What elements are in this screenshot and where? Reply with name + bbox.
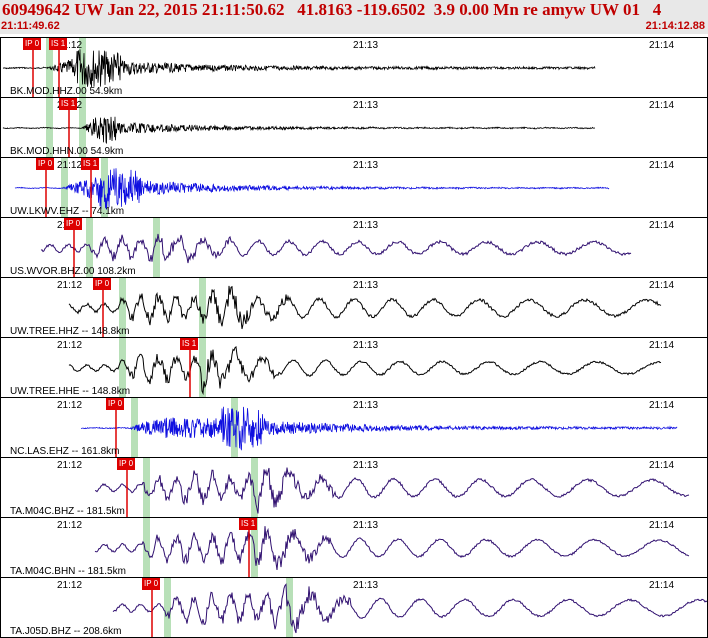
waveform-path (68, 345, 662, 396)
station-label: UW.LKWV.EHZ -- 74.1km (10, 206, 125, 217)
phase-pick-label[interactable]: IP 0 (36, 158, 55, 170)
time-tick-label: 21:13 (353, 580, 379, 591)
time-tick-label: 21:13 (353, 460, 379, 471)
time-tick-label: 21:12 (57, 520, 83, 531)
time-tick-label: 21:13 (353, 280, 379, 291)
time-tick-label: 21:13 (353, 340, 379, 351)
seismogram-panel[interactable]: 21:12 21:13 21:14 IP 0 UW.TREE.HHZ -- 148.8k… (0, 277, 708, 338)
time-tick-label: 21:14 (649, 400, 675, 411)
waveform-path (40, 233, 632, 264)
time-tick-label: 21:14 (649, 100, 675, 111)
waveform-path (112, 583, 707, 634)
station-label: BK.MOD.HHZ.00 54.9km (10, 86, 123, 97)
station-label: UW.TREE.HHZ -- 148.8km (10, 326, 130, 337)
phase-pick-label[interactable]: IS 1 (180, 338, 199, 350)
station-label: UW.TREE.HHE -- 148.8km (10, 386, 131, 397)
time-tick-label: 21:14 (649, 40, 675, 51)
seismogram-panel[interactable]: 21:1221:1321:14IS 1BK.MOD.HHN.00 54.9km (0, 97, 708, 158)
seismogram-panel[interactable]: 21:12 21:13 21:14 IP 0 NC.LAS.EHZ -- 161.8km (0, 397, 708, 458)
event-header: 60949642 UW Jan 22, 2015 21:11:50.62 41.… (0, 0, 708, 34)
time-tick-label: 21:14 (649, 520, 675, 531)
waveform-path (94, 467, 690, 514)
time-tick-label: 21:12 (57, 160, 83, 171)
station-label: TA.J05D.BHZ -- 208.6km (10, 626, 122, 637)
phase-pick-label[interactable]: IS 1 (81, 158, 100, 170)
phase-pick-label[interactable]: IS 1 (59, 98, 78, 110)
station-label: TA.M04C.BHZ -- 181.5km (10, 506, 125, 517)
seismogram-panel[interactable]: 21:1221:1321:14IP 0US.WVOR.BHZ.00 108.2k… (0, 217, 708, 278)
seismogram-panel[interactable]: 21:12 21:13 21:14 IS 1 TA.M04C.BHN -- 181.5k… (0, 517, 708, 578)
station-label: BK.MOD.HHN.00 54.9km (10, 146, 124, 157)
time-tick-label: 21:14 (649, 220, 675, 231)
phase-pick-label[interactable]: IP 0 (93, 278, 112, 290)
seismogram-panel[interactable]: 21:12 21:13 21:14 IP 0 IS 1 BK.MOD.HHZ.00 54.… (0, 37, 708, 98)
time-tick-label: 21:13 (353, 160, 379, 171)
time-tick-label: 21:13 (353, 400, 379, 411)
phase-pick-label[interactable]: IP 0 (117, 458, 136, 470)
waveform-path (94, 526, 690, 570)
time-tick-label: 21:13 (353, 220, 379, 231)
waveform-path (2, 116, 596, 144)
time-tick-label: 21:12 (57, 280, 83, 291)
time-tick-label: 21:12 (57, 340, 83, 351)
waveform-path (14, 168, 610, 210)
time-tick-label: 21:12 (57, 400, 83, 411)
phase-pick-label[interactable]: IP 0 (142, 578, 161, 590)
seismogram-panel[interactable]: 21:12 21:13 21:14 IP 0 TA.J05D.BHZ -- 208.6k… (0, 577, 708, 638)
time-tick-label: 21:14 (649, 160, 675, 171)
phase-pick-label[interactable]: IP 0 (106, 398, 125, 410)
seismogram-panel[interactable]: 21:12 21:13 21:14 IP 0 IS 1 UW.LKWV.EHZ -- 74… (0, 157, 708, 218)
time-tick-label: 21:14 (649, 580, 675, 591)
time-tick-label: 21:14 (649, 340, 675, 351)
phase-pick-label[interactable]: IS 1 (49, 38, 68, 50)
waveform-path (68, 285, 662, 330)
seismogram-panel[interactable]: 21:12 21:13 21:14 IS 1 UW.TREE.HHE -- 148.8k… (0, 337, 708, 398)
start-time: 21:11:49.62 (1, 20, 60, 32)
time-tick-label: 21:14 (649, 280, 675, 291)
time-tick-label: 21:13 (353, 100, 379, 111)
seismogram-panels: 21:12 21:13 21:14 IP 0 IS 1 BK.MOD.HHZ.00 54.… (0, 37, 708, 638)
event-title: 60949642 UW Jan 22, 2015 21:11:50.62 41.… (2, 0, 662, 19)
end-time: 21:14:12.88 (645, 20, 705, 32)
time-tick-label: 21:12 (57, 580, 83, 591)
time-tick-label: 21:14 (649, 460, 675, 471)
station-label: TA.M04C.BHN -- 181.5km (10, 566, 126, 577)
waveform-path (80, 406, 678, 451)
phase-pick-label[interactable]: IP 0 (23, 38, 42, 50)
station-label: US.WVOR.BHZ.00 108.2km (10, 266, 136, 277)
time-tick-label: 21:12 (57, 460, 83, 471)
time-tick-label: 21:13 (353, 520, 379, 531)
phase-pick-label[interactable]: IP 0 (64, 218, 83, 230)
time-tick-label: 21:13 (353, 40, 379, 51)
seismogram-panel[interactable]: 21:12 21:13 21:14 IP 0 TA.M04C.BHZ -- 181.5k… (0, 457, 708, 518)
waveform-path (2, 49, 596, 88)
phase-pick-label[interactable]: IS 1 (239, 518, 258, 530)
station-label: NC.LAS.EHZ -- 161.8km (10, 446, 120, 457)
